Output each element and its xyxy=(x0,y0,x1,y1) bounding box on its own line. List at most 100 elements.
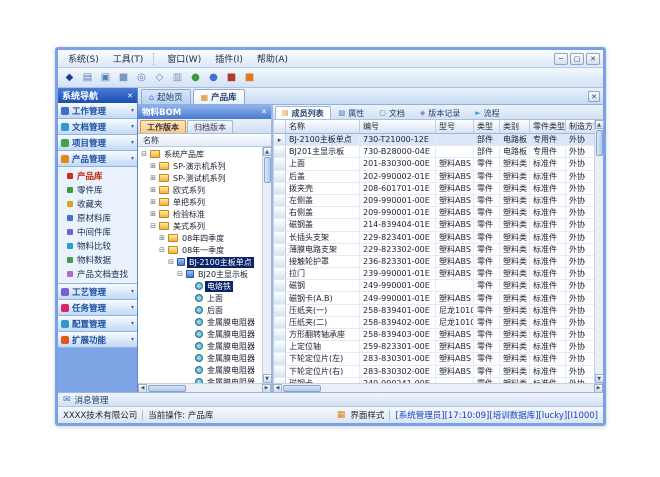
document-tab[interactable]: ▦产品库 xyxy=(193,89,245,104)
save-icon[interactable]: ■ xyxy=(116,70,131,85)
sidebar-section[interactable]: 项目管理▾ xyxy=(58,135,137,151)
minimize-button[interactable]: ─ xyxy=(554,53,568,65)
grid-vscrollbar[interactable]: ▲ ▼ xyxy=(594,120,603,383)
scrollbar-thumb[interactable] xyxy=(264,157,271,183)
table-row[interactable]: 磁钢249-990001-00E零件塑料类标准件外协条 xyxy=(274,280,594,292)
sidebar-section[interactable]: 任务管理▾ xyxy=(58,300,137,316)
table-row[interactable]: 拉门239-990001-01E塑料ABS零件塑料类标准件外协条 xyxy=(274,268,594,280)
tree-hscrollbar[interactable]: ◀ ▶ xyxy=(138,383,271,392)
tree-toggle-icon[interactable]: ⊞ xyxy=(149,198,157,206)
table-row[interactable]: 右侧盖209-990001-01E塑料ABS零件塑料类标准件外协条 xyxy=(274,207,594,219)
open-icon[interactable]: ▣ xyxy=(98,70,113,85)
scrollbar-thumb[interactable] xyxy=(596,130,603,156)
system-icon[interactable]: ◆ xyxy=(62,70,77,85)
document-tab[interactable]: ⌂起始页 xyxy=(141,89,191,104)
sidebar-item[interactable]: 原材料库 xyxy=(58,211,137,225)
tree-item[interactable]: 上面 xyxy=(138,292,262,304)
table-row[interactable]: 磁钢卡(A.B)249-990001-01E塑料ABS零件塑料类标准件外协条 xyxy=(274,292,594,304)
scrollbar-thumb[interactable] xyxy=(283,385,321,392)
table-row[interactable]: 后盖202-990002-01E塑料ABS零件塑料类标准件外协条 xyxy=(274,171,594,183)
table-row[interactable]: 上定位轴259-823301-00E塑料ABS零件塑料类标准件外协条 xyxy=(274,341,594,353)
sidebar-section[interactable]: 扩展功能▾ xyxy=(58,332,137,348)
table-row[interactable]: 下轮定位片(右)283-830302-00E塑料ABS零件塑料类标准件外协条 xyxy=(274,366,594,378)
sidebar-item[interactable]: 物料数据 xyxy=(58,253,137,267)
menu-item[interactable]: 帮助(A) xyxy=(250,50,295,67)
menu-item[interactable]: 插件(I) xyxy=(208,50,250,67)
table-row[interactable]: 上面201-830300-00E塑料ABS零件塑料类标准件外协条 xyxy=(274,158,594,170)
detail-tab[interactable]: ▨属性 xyxy=(332,106,372,119)
tree-toggle-icon[interactable]: ⊞ xyxy=(149,174,157,182)
tree-item[interactable]: ⊟BJ-2100主板单点 xyxy=(138,256,262,268)
table-row[interactable]: 左侧盖209-990001-00E塑料ABS零件塑料类标准件外协条 xyxy=(274,195,594,207)
tree-toggle-icon[interactable]: ⊟ xyxy=(140,150,148,158)
column-header[interactable]: 型号 xyxy=(436,120,474,133)
tree-item[interactable]: ⊞欧式系列 xyxy=(138,184,262,196)
table-row[interactable]: 长插头支架229-823401-00E塑料ABS零件塑料类标准件外协条 xyxy=(274,232,594,244)
tree-item[interactable]: ⊞检验标准 xyxy=(138,208,262,220)
tree-toggle-icon[interactable]: ⊟ xyxy=(176,270,184,278)
sidebar-item[interactable]: 零件库 xyxy=(58,183,137,197)
tree-toggle-icon[interactable]: ⊟ xyxy=(167,258,175,266)
sidebar-section[interactable]: 文档管理▾ xyxy=(58,119,137,135)
tree-item[interactable]: ⊞SP-演示机系列 xyxy=(138,160,262,172)
style-label[interactable]: 界面样式 xyxy=(350,409,384,421)
column-header[interactable]: 零件类型 xyxy=(530,120,566,133)
message-icon[interactable]: ■ xyxy=(224,70,239,85)
menu-item[interactable]: 系统(S) xyxy=(61,50,106,67)
tree-item[interactable]: ⊟BJ20主显示板 xyxy=(138,268,262,280)
sidebar-item[interactable]: 收藏夹 xyxy=(58,197,137,211)
detail-tab[interactable]: ◈版本记录 xyxy=(413,106,467,119)
tree-item[interactable]: 电烙铁 xyxy=(138,280,262,292)
tree-item[interactable]: 后面 xyxy=(138,304,262,316)
sidebar-item[interactable]: 中间件库 xyxy=(58,225,137,239)
print-icon[interactable]: ▥ xyxy=(170,70,185,85)
bom-version-tab[interactable]: 归档版本 xyxy=(187,120,233,133)
table-row[interactable]: 拨夹壳208-601701-01E塑料ABS零件塑料类标准件外协条 xyxy=(274,183,594,195)
scroll-down-icon[interactable]: ▼ xyxy=(595,374,604,383)
tree-item[interactable]: 金属膜电阻器 xyxy=(138,376,262,383)
tree-item[interactable]: ⊞SP-测试机系列 xyxy=(138,172,262,184)
refresh-icon[interactable]: ◇ xyxy=(152,70,167,85)
table-row[interactable]: ▸BJ-2100主板单点730-T21000-12E部件电路板专用件外协颗 xyxy=(274,134,594,146)
menu-item[interactable]: 窗口(W) xyxy=(160,50,208,67)
tree-item[interactable]: ⊞单把系列 xyxy=(138,196,262,208)
new-icon[interactable]: ▤ xyxy=(80,70,95,85)
sidebar-section[interactable]: 工作管理▾ xyxy=(58,103,137,119)
sidebar-close-icon[interactable]: ✕ xyxy=(127,92,133,100)
table-row[interactable]: 方形翻转轴承座258-839403-00E塑料ABS零件塑料类标准件外协条 xyxy=(274,329,594,341)
sidebar-section[interactable]: 产品管理▾ xyxy=(58,151,137,167)
tree-item[interactable]: 金属膜电阻器 xyxy=(138,352,262,364)
exit-icon[interactable]: ■ xyxy=(242,70,257,85)
user-icon[interactable]: ● xyxy=(206,70,221,85)
tree-toggle-icon[interactable]: ⊞ xyxy=(149,162,157,170)
tree-toggle-icon[interactable]: ⊞ xyxy=(158,234,166,242)
settings-icon[interactable]: ● xyxy=(188,70,203,85)
table-row[interactable]: 压纸夹(一)258-839401-00E尼龙1010零件塑料类标准件外协条 xyxy=(274,305,594,317)
table-row[interactable]: 磁钢盖214-839404-01E塑料ABS零件塑料类标准件外协条 xyxy=(274,219,594,231)
search-icon[interactable]: ◎ xyxy=(134,70,149,85)
tree-item[interactable]: ⊟美式系列 xyxy=(138,220,262,232)
tree-column-header[interactable]: 名称 xyxy=(138,134,271,147)
detail-tab[interactable]: ▢文档 xyxy=(372,106,412,119)
scroll-down-icon[interactable]: ▼ xyxy=(263,374,272,383)
close-button[interactable]: ✕ xyxy=(586,53,600,65)
grid-hscrollbar[interactable]: ◀ ▶ xyxy=(273,383,603,392)
tree-item[interactable]: 金属膜电阻器 xyxy=(138,316,262,328)
sidebar-item[interactable]: 产品文档查找 xyxy=(58,267,137,281)
sidebar-item[interactable]: 物料比较 xyxy=(58,239,137,253)
table-row[interactable]: 薄膜电路支架229-823302-00E塑料ABS零件塑料类标准件外协条 xyxy=(274,244,594,256)
bom-close-icon[interactable]: ✕ xyxy=(261,108,267,116)
message-bar[interactable]: ✉ 消息管理 xyxy=(58,392,603,406)
column-header[interactable]: 类型 xyxy=(474,120,500,133)
scroll-up-icon[interactable]: ▲ xyxy=(595,120,604,129)
tree-toggle-icon[interactable]: ⊞ xyxy=(149,186,157,194)
tree-item[interactable]: 金属膜电阻器 xyxy=(138,340,262,352)
maximize-button[interactable]: ▢ xyxy=(570,53,584,65)
tab-close-icon[interactable]: ✕ xyxy=(588,91,600,102)
column-header[interactable]: 名称 xyxy=(286,120,360,133)
scroll-up-icon[interactable]: ▲ xyxy=(263,147,272,156)
tree-item[interactable]: ⊟系统产品库 xyxy=(138,148,262,160)
column-header[interactable]: 制造方式 xyxy=(566,120,594,133)
table-row[interactable]: 下轮定位片(左)283-830301-00E塑料ABS零件塑料类标准件外协条 xyxy=(274,353,594,365)
tree-item[interactable]: 金属膜电阻器 xyxy=(138,364,262,376)
